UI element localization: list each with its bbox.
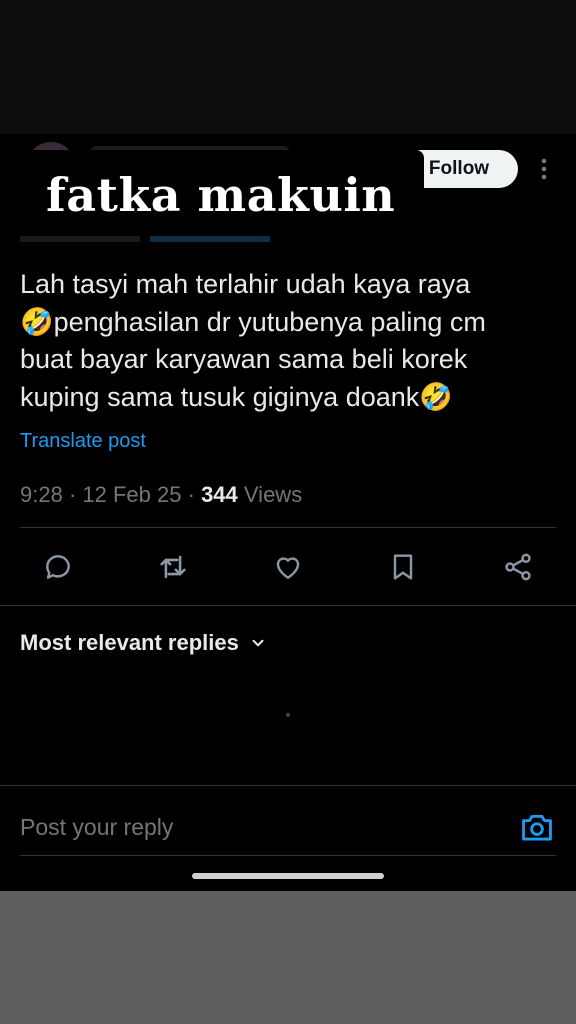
post-time: 9:28: [20, 482, 63, 507]
bookmark-button[interactable]: [382, 546, 424, 588]
translate-post-link[interactable]: Translate post: [20, 430, 146, 453]
divider: [0, 785, 576, 786]
post-text-line: Lah tasyi mah terlahir udah kaya raya: [20, 269, 471, 299]
camera-icon: [522, 814, 552, 841]
like-icon: [276, 557, 300, 579]
share-icon: [505, 553, 531, 581]
repost-button[interactable]: [152, 546, 194, 588]
post-date: 12 Feb 25: [82, 482, 182, 507]
post-text-line: buat bayar karyawan sama beli korek: [20, 344, 468, 374]
post-text-line: 🤣penghasilan dr yutubenya paling cm: [20, 306, 486, 337]
loading-indicator: [286, 713, 290, 717]
divider: [20, 527, 556, 528]
reply-input[interactable]: Post your reply: [20, 814, 173, 841]
views-label: Views: [243, 482, 303, 507]
more-options-button[interactable]: [532, 152, 556, 186]
home-indicator[interactable]: [192, 873, 384, 879]
divider: [0, 605, 576, 606]
replies-sort-dropdown[interactable]: Most relevant replies: [20, 630, 267, 656]
post-text: Lah tasyi mah terlahir udah kaya raya 🤣p…: [20, 266, 550, 416]
views-count: 344: [201, 482, 238, 507]
post-action-bar: [0, 546, 576, 588]
post-metadata: 9:28 · 12 Feb 25 · 344 Views: [20, 482, 303, 507]
repost-icon: [160, 555, 186, 579]
replying-to-line: [20, 230, 271, 248]
like-button[interactable]: [267, 546, 309, 588]
chevron-down-icon: [252, 639, 264, 647]
replies-sort-label: Most relevant replies: [20, 630, 239, 655]
reply-button[interactable]: [37, 546, 79, 588]
reply-icon: [46, 555, 70, 579]
bookmark-icon: [393, 554, 413, 580]
status-bar-area: [0, 0, 576, 134]
follow-button-label: Follow: [428, 158, 490, 179]
camera-button[interactable]: [520, 810, 554, 844]
bottom-background: [0, 891, 576, 1024]
share-button[interactable]: [497, 546, 539, 588]
post-text-line: kuping sama tusuk giginya doank🤣: [20, 381, 453, 412]
more-vertical-icon: [541, 158, 547, 180]
post-detail-screen: Follow fatka makuin Lah tasyi mah terlah…: [0, 134, 576, 891]
divider: [20, 855, 556, 856]
caption-overlay-text: fatka makuin: [46, 168, 396, 222]
